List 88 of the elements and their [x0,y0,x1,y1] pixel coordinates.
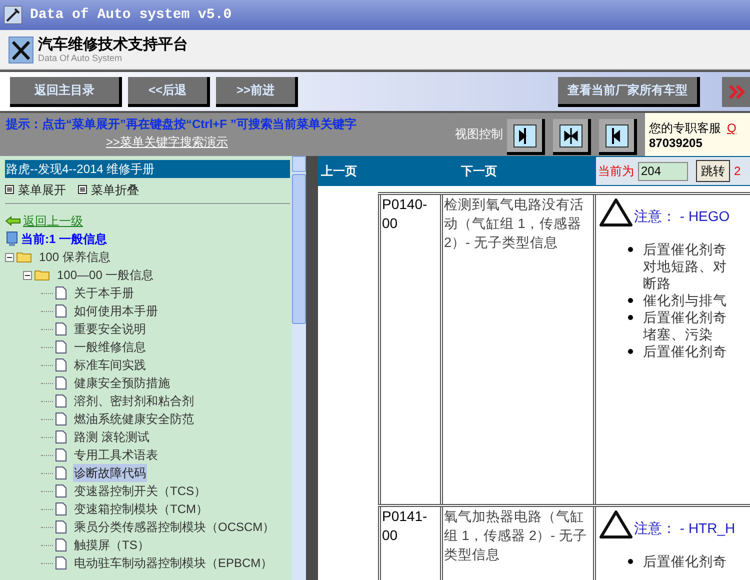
tree-item[interactable]: 标准车间实践 [73,356,147,374]
tree-item[interactable]: 专用工具术语表 [73,446,159,464]
back-link[interactable]: 返回上一级 [23,212,83,230]
tree-item[interactable]: 变速器控制开关（TCS） [73,482,207,500]
nav-button[interactable]: <<后退 [128,76,210,106]
next-page-link[interactable]: 下一页 [461,162,596,180]
document-icon [55,376,67,390]
tree-item[interactable]: 健康安全预防措施 [73,374,171,392]
document-icon [55,358,67,372]
menu-icon [5,185,14,194]
manual-title: 路虎--发现4--2014 维修手册 [5,160,290,178]
view-control-label: 视图控制 [455,126,504,143]
document-icon [55,466,67,480]
bullet-icon [628,315,633,320]
fault-description: 检测到氧气电路没有活动（气缸组 1，传感器 2）- 无子类型信息 [444,196,585,252]
tree-item[interactable]: 如何使用本手册 [73,302,159,320]
document-icon [55,556,67,570]
bullet-icon [628,559,633,564]
tree-item[interactable]: 诊断故障代码 [73,464,147,482]
prev-page-link[interactable]: 上一页 [321,162,461,180]
collapse-toggle-icon[interactable] [5,252,14,262]
bullet-icon [628,247,633,252]
tree-item[interactable]: 一般维修信息 [73,338,147,356]
tree-item[interactable]: 溶剂、密封剂和粘合剂 [73,392,195,410]
current-section: 当前:1 一般信息 [21,230,108,248]
bullet-icon [628,298,633,303]
hint-text: 提示：点击“菜单展开”再在键盘按“Ctrl+F ”可搜索当前菜单关键字 [6,116,358,133]
page-extra: 2 [734,163,741,180]
document-icon [55,394,67,408]
list-item-text: 后置催化剂奇 [643,343,727,360]
document-icon [55,448,67,462]
service-label: 您的专职客服 [649,121,721,136]
tree-item[interactable]: 电动驻车制动器控制模块（EPBCM） [73,554,274,572]
document-icon [55,520,67,534]
split-view-button[interactable] [553,119,591,155]
expand-left-button[interactable] [599,119,637,155]
window-title: Data of Auto system v5.0 [30,6,232,24]
platform-subtitle: Data Of Auto System [38,54,124,62]
tree-folder[interactable]: 100—00 一般信息 [56,266,155,284]
document-icon [55,538,67,552]
nav-button[interactable]: 返回主目录 [10,76,122,106]
tree-item[interactable]: 乘员分类传感器控制模块（OCSCM） [73,518,276,536]
tools-logo-icon [8,36,34,64]
list-item-text: 后置催化剂奇 [643,553,727,570]
tree-item[interactable]: 路测 滚轮测试 [73,428,150,446]
document-icon [55,322,67,336]
tree-item[interactable]: 关于本手册 [73,284,135,302]
expand-right-button[interactable] [507,119,545,155]
warning-triangle-icon [598,197,634,229]
caution-note: 注意： - HTR_H [634,519,736,538]
current-page-label: 当前为 [598,163,634,180]
collapse-menu-link[interactable]: 菜单折叠 [91,180,139,198]
fault-description: 氧气加热器电路（气缸组 1，传感器 2）- 无子类型信息 [444,508,588,564]
phone-number: 87039205 [649,136,704,151]
fault-code: P0140-00 [382,195,428,233]
collapse-toggle-icon[interactable] [23,270,32,280]
folder-icon [34,269,50,281]
document-icon [55,502,67,516]
double-chevron-icon [728,84,746,98]
nav-button[interactable]: >>前进 [216,76,298,106]
list-item-text: 催化剂与排气 [643,292,727,309]
computer-icon [5,231,19,247]
list-item-text: 后置催化剂奇 堵塞、污染 [643,309,727,343]
page-input[interactable]: 204 [638,162,688,180]
document-icon [55,430,67,444]
back-arrow-icon [5,216,21,226]
bullet-icon [628,349,633,354]
tree-item[interactable]: 燃油系统健康安全防范 [73,410,195,428]
tree-item[interactable]: 重要安全说明 [73,320,147,338]
caution-note: 注意： - HEGO [634,207,730,226]
document-icon [55,340,67,354]
platform-title: 汽车维修技术支持平台 [38,36,188,52]
expand-menu-link[interactable]: 菜单展开 [18,180,66,198]
document-icon [55,412,67,426]
folder-icon [16,251,32,263]
tree-folder[interactable]: 100 保养信息 [38,248,112,266]
document-icon [55,286,67,300]
jump-button[interactable]: 跳转 [696,160,730,182]
document-icon [55,484,67,498]
list-item-text: 后置催化剂奇 对地短路、对 断路 [643,241,727,292]
fault-code: P0141-00 [382,507,428,545]
tree-item[interactable]: 触摸屏（TS） [73,536,150,554]
all-models-button[interactable]: 查看当前厂家所有车型 [558,76,700,106]
qq-link[interactable]: Q [727,121,736,136]
menu-icon [78,185,87,194]
warning-triangle-icon [598,509,634,541]
tree-item[interactable]: 变速箱控制模块（TCM） [73,500,209,518]
document-icon [55,304,67,318]
